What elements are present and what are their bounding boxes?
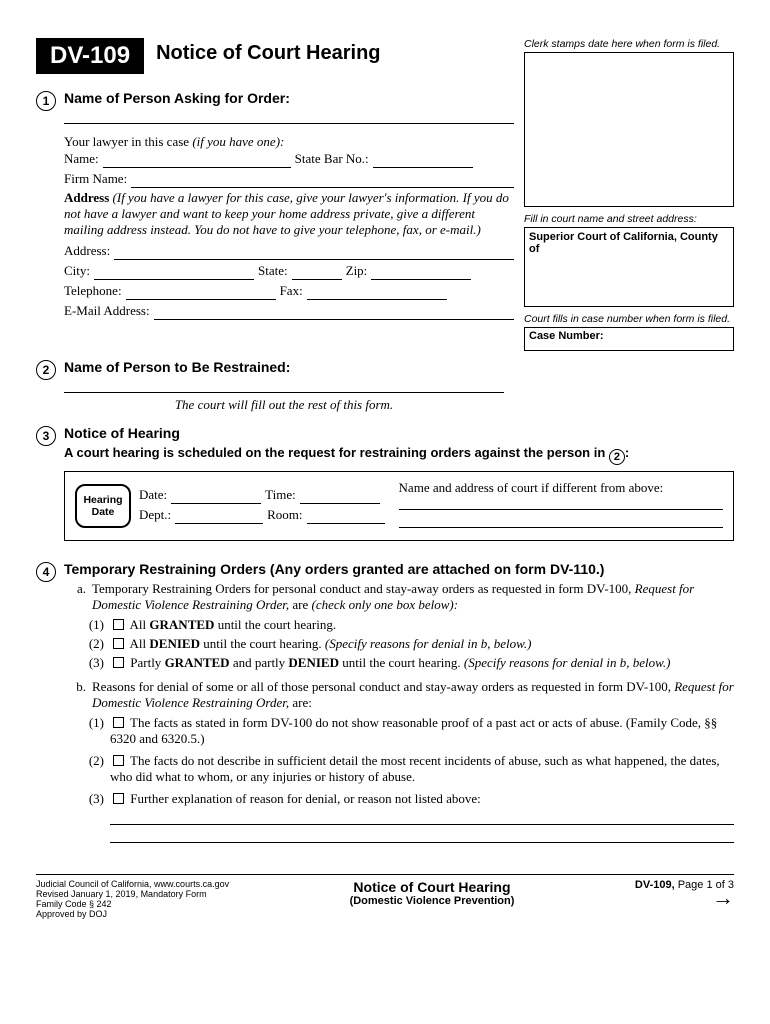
s2-title: Name of Person to Be Restrained: [64,359,504,375]
hearing-date-badge: HearingDate [75,484,131,528]
input-email[interactable] [154,307,514,320]
input-fax[interactable] [307,287,447,300]
input-zip[interactable] [371,267,471,280]
s4a-letter: a. [64,581,86,613]
diff-court-label: Name and address of court if different f… [399,480,723,496]
s2-note: The court will fill out the rest of this… [64,397,504,413]
label-hearing-time: Time: [265,486,296,504]
address-instructions: Address (If you have a lawyer for this c… [64,190,514,238]
input-hearing-date[interactable] [171,491,261,504]
checkbox-b1[interactable] [113,717,124,728]
ref-circle-2: 2 [609,449,625,465]
s4a-intro: Temporary Restraining Orders for persona… [92,581,734,613]
s4a2-num: (2) [82,636,104,652]
section-3-number: 3 [36,426,56,446]
checkbox-b2[interactable] [113,755,124,766]
s2-name-line[interactable] [64,379,504,393]
s3-title: Notice of Hearing [64,425,734,441]
label-zip: Zip: [346,262,368,280]
s4-title: Temporary Restraining Orders (Any orders… [64,561,734,577]
label-hearing-dept: Dept.: [139,506,171,524]
input-firm[interactable] [131,175,514,188]
next-page-arrow-icon: → [635,891,734,905]
input-hearing-room[interactable] [307,511,385,524]
label-hearing-date: Date: [139,486,167,504]
s4b3-num: (3) [82,791,104,847]
court-box[interactable]: Superior Court of California, County of [524,227,734,307]
stamp-note: Clerk stamps date here when form is file… [524,38,734,50]
footer-left: Judicial Council of California, www.cour… [36,879,229,919]
footer-right: DV-109, Page 1 of 3 → [635,879,734,919]
s4b1-text: The facts as stated in form DV-100 do no… [110,715,717,746]
label-firm: Firm Name: [64,170,127,188]
label-city: City: [64,262,90,280]
section-1-number: 1 [36,91,56,111]
label-fax: Fax: [280,282,303,300]
s1-title: Name of Person Asking for Order: [64,90,514,106]
case-number-box[interactable]: Case Number: [524,327,734,351]
input-tel[interactable] [126,287,276,300]
s4b3-text: Further explanation of reason for denial… [130,791,481,806]
input-state[interactable] [292,267,342,280]
s1-name-line[interactable] [64,110,514,124]
checkbox-a2[interactable] [113,638,124,649]
b3-line1[interactable] [110,811,734,825]
input-lawyer-name[interactable] [103,155,291,168]
checkbox-b3[interactable] [113,793,124,804]
label-bar: State Bar No.: [295,150,369,168]
label-email: E-Mail Address: [64,302,150,320]
s4a3-num: (3) [82,655,104,671]
label-address: Address: [64,242,110,260]
s4b-intro: Reasons for denial of some or all of tho… [92,679,734,711]
label-hearing-room: Room: [267,506,302,524]
s4b-letter: b. [64,679,86,711]
s3-scheduled-text: A court hearing is scheduled on the requ… [64,445,734,465]
input-city[interactable] [94,267,254,280]
input-bar-no[interactable] [373,155,473,168]
form-title: Notice of Court Hearing [156,38,380,65]
footer-center: Notice of Court Hearing (Domestic Violen… [350,879,515,919]
input-hearing-dept[interactable] [175,511,263,524]
label-name: Name: [64,150,99,168]
hearing-box: HearingDate Date: Time: Dept.: Room: [64,471,734,541]
court-note: Fill in court name and street address: [524,213,734,225]
label-tel: Telephone: [64,282,122,300]
s4b2-text: The facts do not describe in sufficient … [110,753,720,784]
section-2-number: 2 [36,360,56,380]
s1-lawyer-intro: Your lawyer in this case (if you have on… [64,134,514,150]
diff-court-line2[interactable] [399,514,723,528]
form-number-box: DV-109 [36,38,144,74]
checkbox-a3[interactable] [113,657,124,668]
section-4-number: 4 [36,562,56,582]
b3-line2[interactable] [110,829,734,843]
s4b1-num: (1) [82,715,104,747]
checkbox-a1[interactable] [113,619,124,630]
case-note: Court fills in case number when form is … [524,313,734,325]
input-hearing-time[interactable] [300,491,380,504]
input-address[interactable] [114,247,514,260]
label-state: State: [258,262,288,280]
diff-court-line1[interactable] [399,496,723,510]
s4b2-num: (2) [82,753,104,785]
clerk-stamp-box [524,52,734,207]
s4a1-num: (1) [82,617,104,633]
